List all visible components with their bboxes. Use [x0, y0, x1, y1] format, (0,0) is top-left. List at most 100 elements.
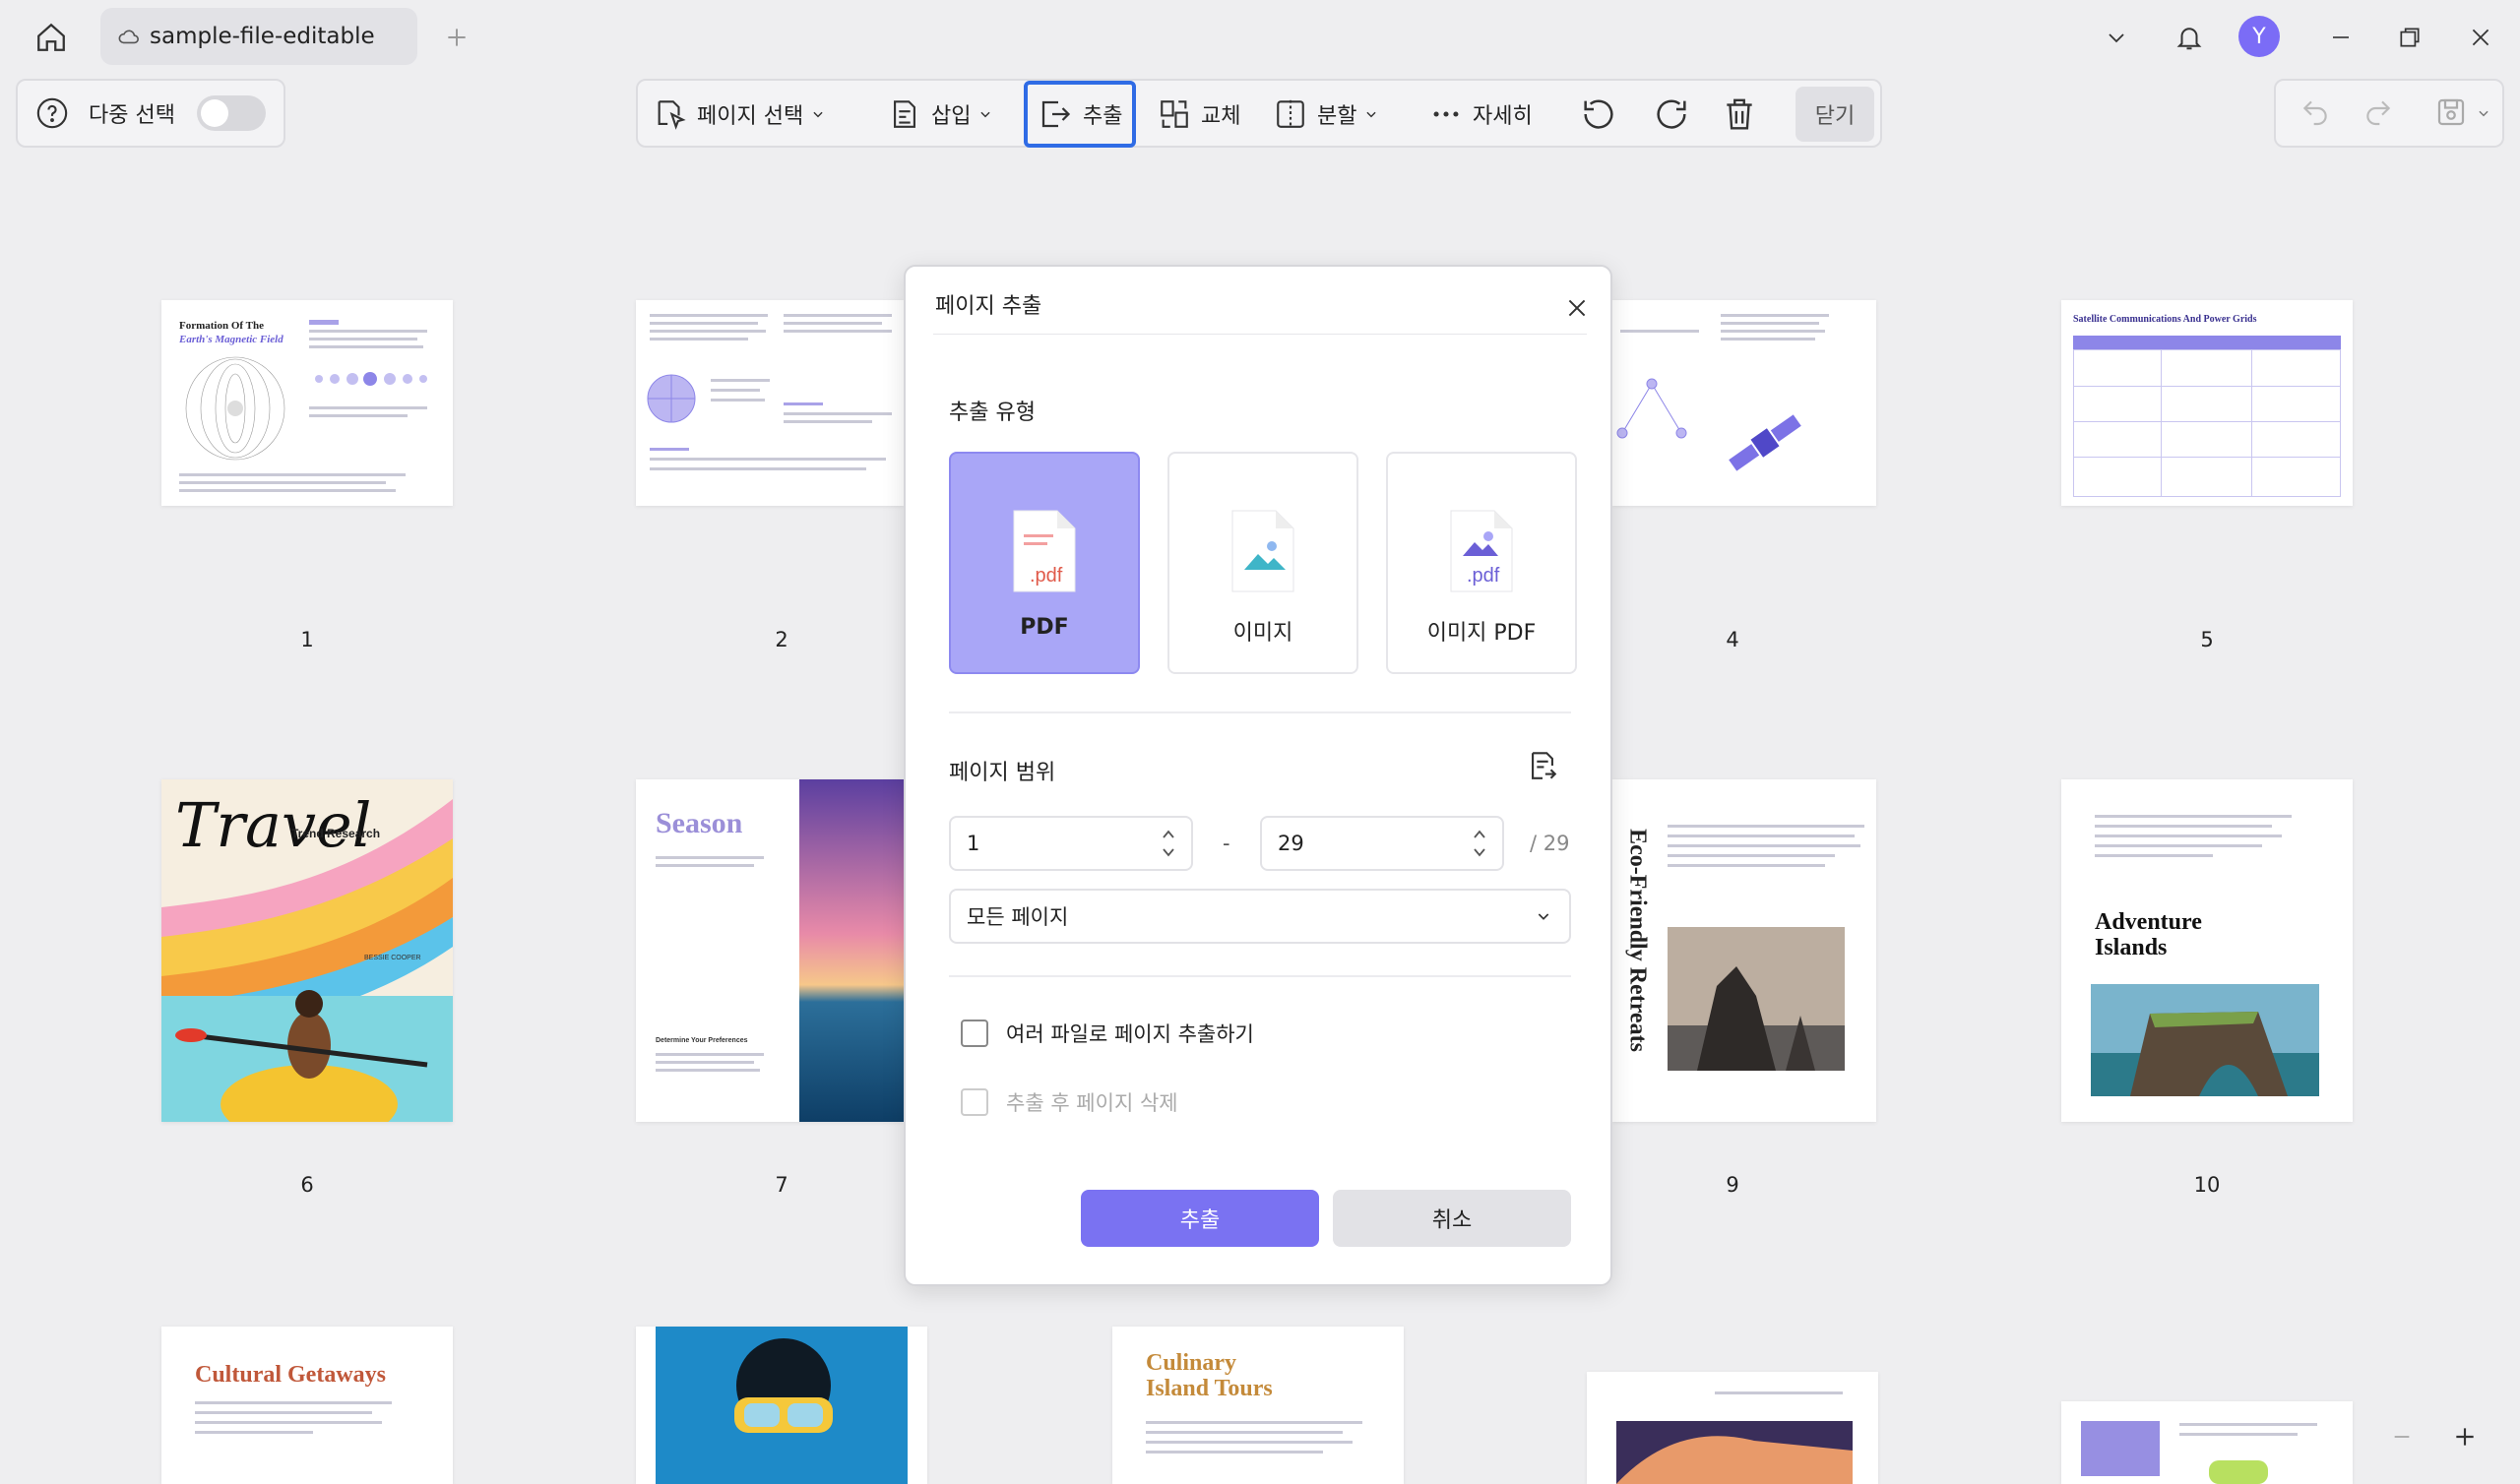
svg-text:.pdf: .pdf [1030, 565, 1063, 587]
more-button[interactable]: 자세히 [1429, 89, 1533, 140]
home-icon[interactable] [30, 18, 73, 57]
thumb-title: Earth's Magnetic Field [179, 334, 284, 345]
stepper-icon[interactable] [1162, 826, 1175, 861]
new-tab-plus-icon[interactable] [437, 18, 476, 57]
multi-file-label: 여러 파일로 페이지 추출하기 [1006, 1022, 1254, 1046]
close-window-icon[interactable] [2457, 14, 2504, 61]
image-file-icon [1228, 509, 1297, 595]
page-thumbnail-1[interactable]: Formation Of The Earth's Magnetic Field [161, 300, 453, 506]
page-range-label: 페이지 범위 [949, 761, 1056, 785]
page-filter-select[interactable]: 모든 페이지 [949, 889, 1571, 944]
stepper-icon[interactable] [1473, 826, 1486, 861]
chevron-down-icon[interactable] [2477, 106, 2490, 120]
page-select-button[interactable]: 페이지 선택 [654, 89, 825, 140]
zoom-in-icon[interactable] [2445, 1417, 2485, 1456]
page-thumbnail-5[interactable]: Satellite Communications And Power Grids [2061, 300, 2353, 506]
page-number: 2 [775, 628, 788, 651]
divider [949, 711, 1571, 713]
thumb-title: Eco-Friendly Retreats [1624, 829, 1651, 1052]
chevron-down-icon[interactable] [2093, 14, 2140, 61]
network-diagram [1616, 378, 1687, 439]
rotate-left-icon[interactable] [1579, 89, 1618, 140]
thumb-title: Islands [2095, 935, 2168, 960]
multi-file-checkbox[interactable] [961, 1020, 988, 1047]
dialog-title: 페이지 추출 [935, 294, 1042, 319]
document-tab[interactable]: sample-file-editable [100, 8, 417, 65]
tab-title: sample-file-editable [150, 24, 375, 49]
arch-image [1616, 1421, 1853, 1484]
avatar[interactable]: Y [2238, 16, 2280, 57]
extract-confirm-button[interactable]: 추출 [1081, 1190, 1319, 1247]
page-number: 7 [775, 1173, 788, 1197]
range-total: / 29 [1530, 832, 1570, 855]
type-label-image: 이미지 [1232, 621, 1293, 646]
page-thumbnail-7[interactable]: Season Determine Your Preferences [636, 779, 904, 1122]
more-label: 자세히 [1473, 104, 1533, 129]
sunset-sea-image [799, 779, 904, 1122]
chevron-down-icon [811, 107, 825, 121]
page-thumbnail-15[interactable] [2061, 1401, 2353, 1484]
type-card-pdf[interactable]: .pdf PDF [949, 452, 1140, 674]
range-separator: - [1223, 832, 1230, 855]
multi-select-label: 다중 선택 [89, 103, 175, 128]
extract-button[interactable]: 추출 [1024, 81, 1137, 148]
bell-icon[interactable] [2166, 14, 2213, 61]
range-from-input[interactable]: 1 [949, 816, 1193, 871]
sea-rock-image [1668, 927, 1845, 1071]
undo-icon[interactable] [2300, 96, 2331, 128]
zoom-out-icon[interactable] [2382, 1417, 2422, 1456]
insert-button[interactable]: 삽입 [888, 89, 992, 140]
page-thumbnail-10[interactable]: Adventure Islands [2061, 779, 2353, 1122]
delete-after-checkbox[interactable] [961, 1088, 988, 1116]
page-thumbnail-9[interactable]: Eco-Friendly Retreats [1612, 779, 1876, 1122]
type-card-image[interactable]: 이미지 [1167, 452, 1358, 674]
type-label-image-pdf: 이미지 PDF [1426, 621, 1537, 646]
close-button[interactable]: 닫기 [1796, 87, 1874, 142]
delete-after-label: 추출 후 페이지 삭제 [1006, 1091, 1178, 1115]
rotate-right-icon[interactable] [1652, 89, 1691, 140]
multi-file-option[interactable]: 여러 파일로 페이지 추출하기 [961, 1019, 1254, 1048]
cloud-icon [118, 28, 140, 45]
type-card-image-pdf[interactable]: .pdf 이미지 PDF [1386, 452, 1577, 674]
island-arch-image [2091, 984, 2319, 1096]
pdf-file-icon: .pdf [1010, 509, 1079, 595]
page-thumbnail-13[interactable]: Culinary Island Tours [1112, 1327, 1404, 1484]
help-icon[interactable] [35, 96, 69, 130]
save-icon[interactable] [2433, 94, 2469, 130]
split-button[interactable]: 분할 [1274, 89, 1378, 140]
range-to-input[interactable]: 29 [1260, 816, 1504, 871]
page-range-settings-icon[interactable] [1526, 749, 1559, 782]
image-pdf-file-icon: .pdf [1447, 509, 1516, 595]
divider [949, 975, 1571, 977]
trash-icon[interactable] [1721, 89, 1758, 140]
page-number: 4 [1726, 628, 1739, 651]
restore-icon[interactable] [2386, 14, 2433, 61]
range-to-value: 29 [1278, 832, 1304, 855]
cursor-page-icon [654, 97, 687, 131]
snorkel-image [656, 1327, 908, 1484]
thumb-title: Cultural Getaways [195, 1362, 386, 1388]
page-thumbnail-11[interactable]: Cultural Getaways [161, 1327, 453, 1484]
multi-select-toggle[interactable] [196, 95, 266, 131]
divider [933, 334, 1587, 335]
extract-pages-dialog: 페이지 추출 추출 유형 .pdf PDF 이미지 .pdf 이미지 PDF 페… [904, 265, 1612, 1286]
extract-type-label: 추출 유형 [949, 401, 1036, 425]
page-thumbnail-12[interactable] [636, 1327, 927, 1484]
orbit-dots [315, 372, 427, 386]
split-page-icon [1274, 97, 1307, 131]
cancel-button[interactable]: 취소 [1333, 1190, 1571, 1247]
delete-after-option[interactable]: 추출 후 페이지 삭제 [961, 1087, 1178, 1117]
page-thumbnail-2[interactable] [636, 300, 904, 506]
page-thumbnail-4[interactable] [1612, 300, 1876, 506]
minimize-icon[interactable] [2317, 14, 2364, 61]
page-thumbnail-6[interactable]: Travel Trend Research BESSIE COOPER [161, 779, 453, 1122]
insert-page-icon [888, 97, 921, 131]
redo-icon[interactable] [2362, 96, 2394, 128]
thumb-title: Satellite Communications And Power Grids [2073, 314, 2257, 325]
extract-page-icon [1038, 96, 1073, 132]
close-icon[interactable] [1559, 290, 1595, 326]
satellite-image [1729, 414, 1801, 471]
page-thumbnail-14[interactable] [1587, 1372, 1878, 1484]
replace-button[interactable]: 교체 [1158, 89, 1240, 140]
page-number: 1 [300, 628, 314, 651]
